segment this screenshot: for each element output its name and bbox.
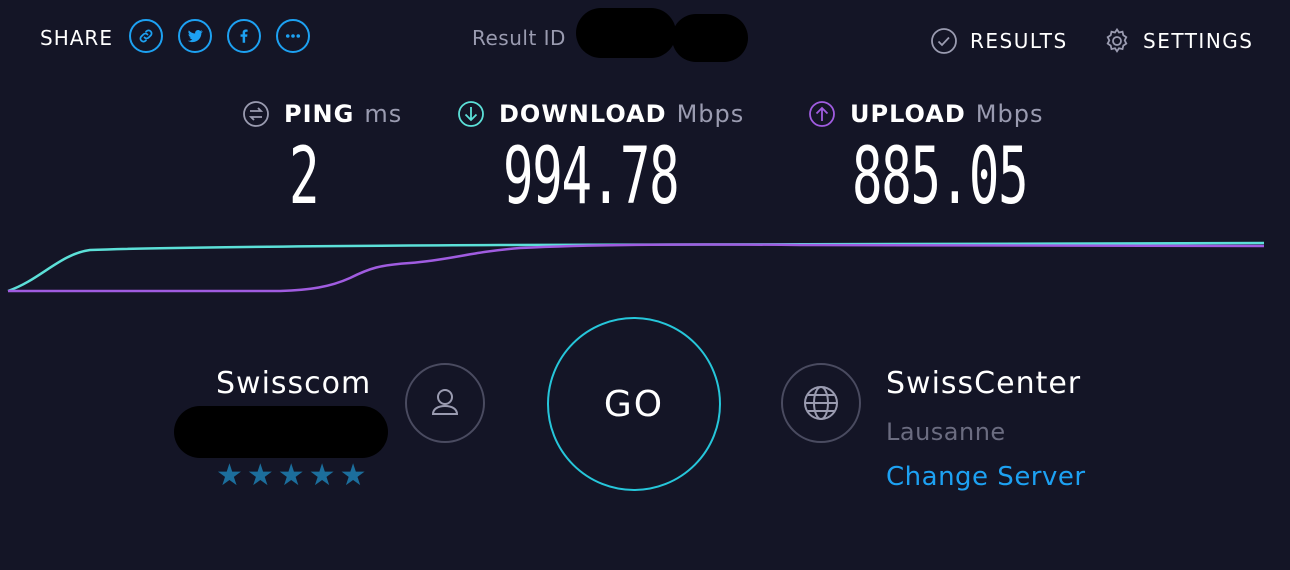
settings-label: SETTINGS bbox=[1143, 29, 1254, 53]
server-globe-button[interactable] bbox=[781, 363, 861, 443]
redacted-result-id-2 bbox=[672, 14, 748, 62]
upload-arrow-icon bbox=[809, 101, 835, 127]
share-facebook-button[interactable] bbox=[227, 19, 261, 53]
more-icon bbox=[285, 34, 301, 38]
twitter-icon bbox=[187, 30, 203, 43]
server-name: SwissCenter bbox=[886, 366, 1082, 401]
globe-icon bbox=[804, 386, 838, 420]
share-link-button[interactable] bbox=[129, 19, 163, 53]
upload-value: 885.05 bbox=[852, 132, 1029, 222]
result-id-label: Result ID bbox=[472, 26, 566, 50]
upload-header: UPLOAD Mbps bbox=[808, 100, 1043, 128]
redacted-result-id bbox=[576, 8, 676, 58]
download-unit: Mbps bbox=[676, 100, 745, 128]
facebook-icon bbox=[240, 29, 248, 43]
isp-rating-stars[interactable]: ★★★★★ bbox=[216, 458, 370, 493]
download-label: DOWNLOAD bbox=[499, 100, 667, 128]
share-label: SHARE bbox=[40, 26, 113, 50]
link-icon bbox=[139, 29, 153, 43]
ping-label: PING bbox=[284, 100, 355, 128]
check-circle-icon bbox=[931, 28, 957, 54]
ping-header: PING ms bbox=[242, 100, 402, 128]
go-button[interactable]: GO bbox=[547, 317, 721, 491]
settings-link[interactable]: SETTINGS bbox=[1103, 27, 1253, 55]
redacted-ip bbox=[174, 406, 388, 458]
user-icon bbox=[431, 389, 459, 415]
ping-unit: ms bbox=[364, 100, 403, 128]
gear-icon bbox=[1106, 27, 1128, 53]
server-location: Lausanne bbox=[886, 418, 1006, 446]
change-server-link[interactable]: Change Server bbox=[886, 462, 1086, 492]
results-link[interactable]: RESULTS bbox=[930, 27, 1068, 55]
upload-label: UPLOAD bbox=[850, 100, 966, 128]
speed-graph bbox=[7, 241, 1265, 293]
ping-value: 2 bbox=[289, 132, 320, 222]
download-value: 994.78 bbox=[503, 132, 680, 222]
download-arrow-icon bbox=[458, 101, 484, 127]
download-header: DOWNLOAD Mbps bbox=[457, 100, 744, 128]
upload-graph-line bbox=[8, 243, 1265, 293]
download-graph-line bbox=[7, 241, 1265, 293]
results-label: RESULTS bbox=[970, 29, 1068, 53]
share-more-button[interactable] bbox=[276, 19, 310, 53]
ping-icon bbox=[243, 101, 269, 127]
share-twitter-button[interactable] bbox=[178, 19, 212, 53]
isp-user-button[interactable] bbox=[405, 363, 485, 443]
isp-name: Swisscom bbox=[216, 366, 372, 401]
upload-unit: Mbps bbox=[975, 100, 1044, 128]
